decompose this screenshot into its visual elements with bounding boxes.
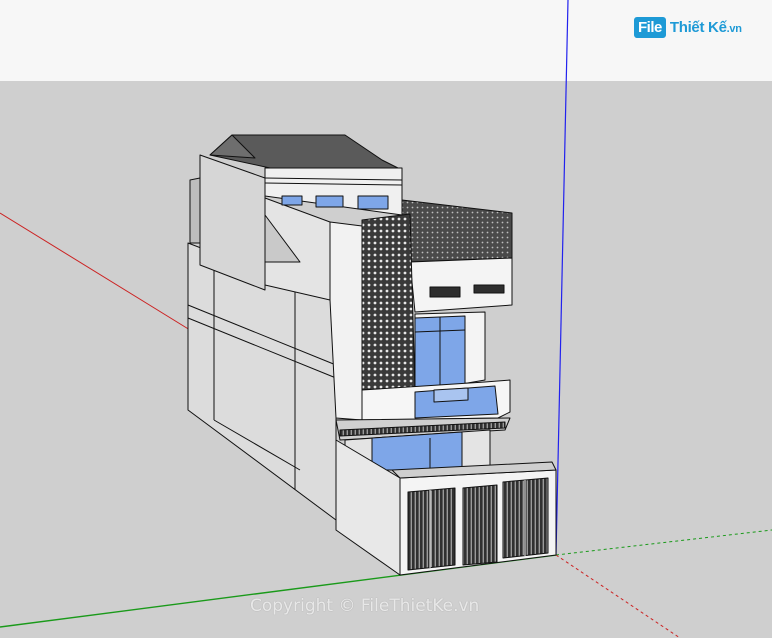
- file-thiet-ke-logo[interactable]: File Thiết Kế.vn: [634, 12, 742, 42]
- perforated-screen: [361, 213, 416, 391]
- logo-text: Thiết Kế.vn: [670, 19, 742, 36]
- logo-tld: .vn: [726, 22, 742, 35]
- axis-blue: [555, 0, 569, 556]
- second-floor-block: [329, 221, 363, 421]
- house-model[interactable]: [187, 134, 557, 576]
- ground-glass: [371, 431, 463, 471]
- terrace-railing: [401, 199, 513, 263]
- logo-name: Thiết Kế: [669, 18, 727, 36]
- copyright-watermark: Copyright © FileThietKe.vn: [250, 596, 480, 616]
- axis-red-dashed: [555, 554, 681, 638]
- viewport-3d[interactable]: [0, 0, 772, 638]
- gate-middle: [462, 484, 498, 566]
- logo-mark: File: [634, 16, 666, 38]
- axis-red: [0, 212, 191, 331]
- gate-left: [407, 487, 456, 571]
